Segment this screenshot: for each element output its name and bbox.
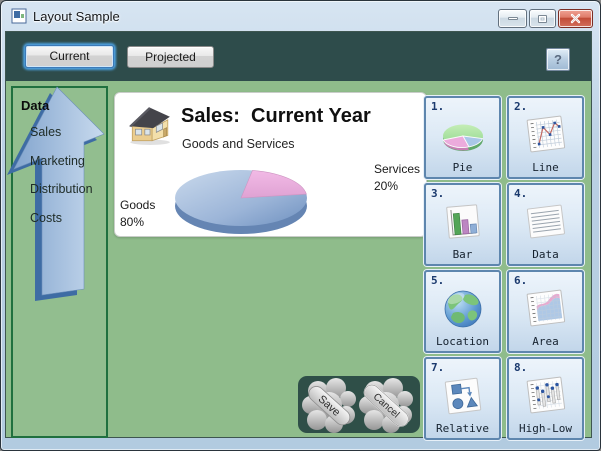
close-button[interactable] (558, 9, 593, 28)
sales-card: Sales: Current Year Goods and Services G… (114, 92, 427, 237)
relative-diagram-icon (444, 377, 481, 415)
sidebar-item-sales[interactable]: Sales (30, 125, 61, 139)
toolbar: Current Projected ? (6, 32, 591, 81)
minimize-icon (507, 17, 518, 20)
button-label: Area (532, 335, 559, 348)
chart-type-button-data[interactable]: 4. Data (507, 183, 584, 266)
button-number: 3. (431, 187, 445, 200)
goods-slice-label: Goods 80% (120, 197, 155, 231)
services-name: Services (374, 162, 421, 176)
button-number: 8. (514, 361, 528, 374)
chart-type-button-line[interactable]: 2. Line (507, 96, 584, 179)
projected-tab-button[interactable]: Projected (127, 46, 214, 68)
card-title: Sales: Current Year (181, 105, 371, 127)
help-button[interactable]: ? (546, 48, 570, 71)
chart-type-button-location[interactable]: 5. Location (424, 270, 501, 353)
sidebar-item-marketing[interactable]: Marketing (30, 154, 85, 168)
window-title: Layout Sample (33, 8, 120, 24)
button-number: 6. (514, 274, 528, 287)
chart-type-button-bar[interactable]: 3. Bar (424, 183, 501, 266)
maximize-icon (538, 14, 547, 23)
bar-chart-icon (445, 204, 480, 239)
button-label: Line (532, 161, 559, 174)
cancel-button[interactable]: Cancel (358, 377, 414, 435)
sidebar-header: Data (21, 98, 50, 113)
globe-icon (444, 290, 481, 328)
chart-type-button-high-low[interactable]: 8. High-Low (507, 357, 584, 440)
current-tab-button[interactable]: Current (25, 45, 114, 68)
goods-name: Goods (120, 198, 156, 212)
maximize-button[interactable] (529, 9, 556, 28)
data-sheet-icon (526, 204, 565, 239)
house-icon (129, 107, 170, 145)
save-button[interactable]: Save (301, 377, 357, 435)
services-percent: 20% (374, 179, 399, 193)
window-frame: Layout Sample Current Projected ? Data S… (0, 0, 601, 451)
up-arrow-graphic (7, 86, 105, 301)
sidebar-item-costs[interactable]: Costs (30, 211, 62, 225)
titlebar: Layout Sample (1, 1, 600, 31)
area-chart-icon (526, 289, 565, 327)
pie-chart-icon (441, 124, 483, 151)
button-label: Bar (452, 248, 473, 261)
button-label: Pie (452, 161, 473, 174)
button-number: 2. (514, 100, 528, 113)
button-label: High-Low (519, 422, 572, 435)
chart-type-button-area[interactable]: 6. Area (507, 270, 584, 353)
button-number: 1. (431, 100, 445, 113)
sales-pie-chart (175, 170, 307, 234)
button-label: Location (436, 335, 489, 348)
button-label: Data (532, 248, 559, 261)
chart-type-button-relative[interactable]: 7. Relative (424, 357, 501, 440)
services-slice-label: Services 20% (374, 161, 420, 195)
button-label: Relative (436, 422, 489, 435)
chart-type-button-pie[interactable]: 1. Pie (424, 96, 501, 179)
line-chart-icon (526, 115, 565, 153)
button-number: 7. (431, 361, 445, 374)
button-number: 5. (431, 274, 445, 287)
card-subtitle: Goods and Services (182, 137, 295, 151)
close-icon (570, 13, 581, 24)
high-low-chart-icon (526, 376, 565, 414)
client-area: Current Projected ? Data Sales Marketing… (5, 31, 592, 440)
minimize-button[interactable] (498, 9, 527, 28)
sidebar-item-distribution[interactable]: Distribution (30, 182, 93, 196)
app-window: Layout Sample Current Projected ? Data S… (0, 0, 601, 451)
window-controls (498, 9, 593, 28)
goods-percent: 80% (120, 215, 145, 229)
button-number: 4. (514, 187, 528, 200)
app-icon (11, 8, 27, 24)
